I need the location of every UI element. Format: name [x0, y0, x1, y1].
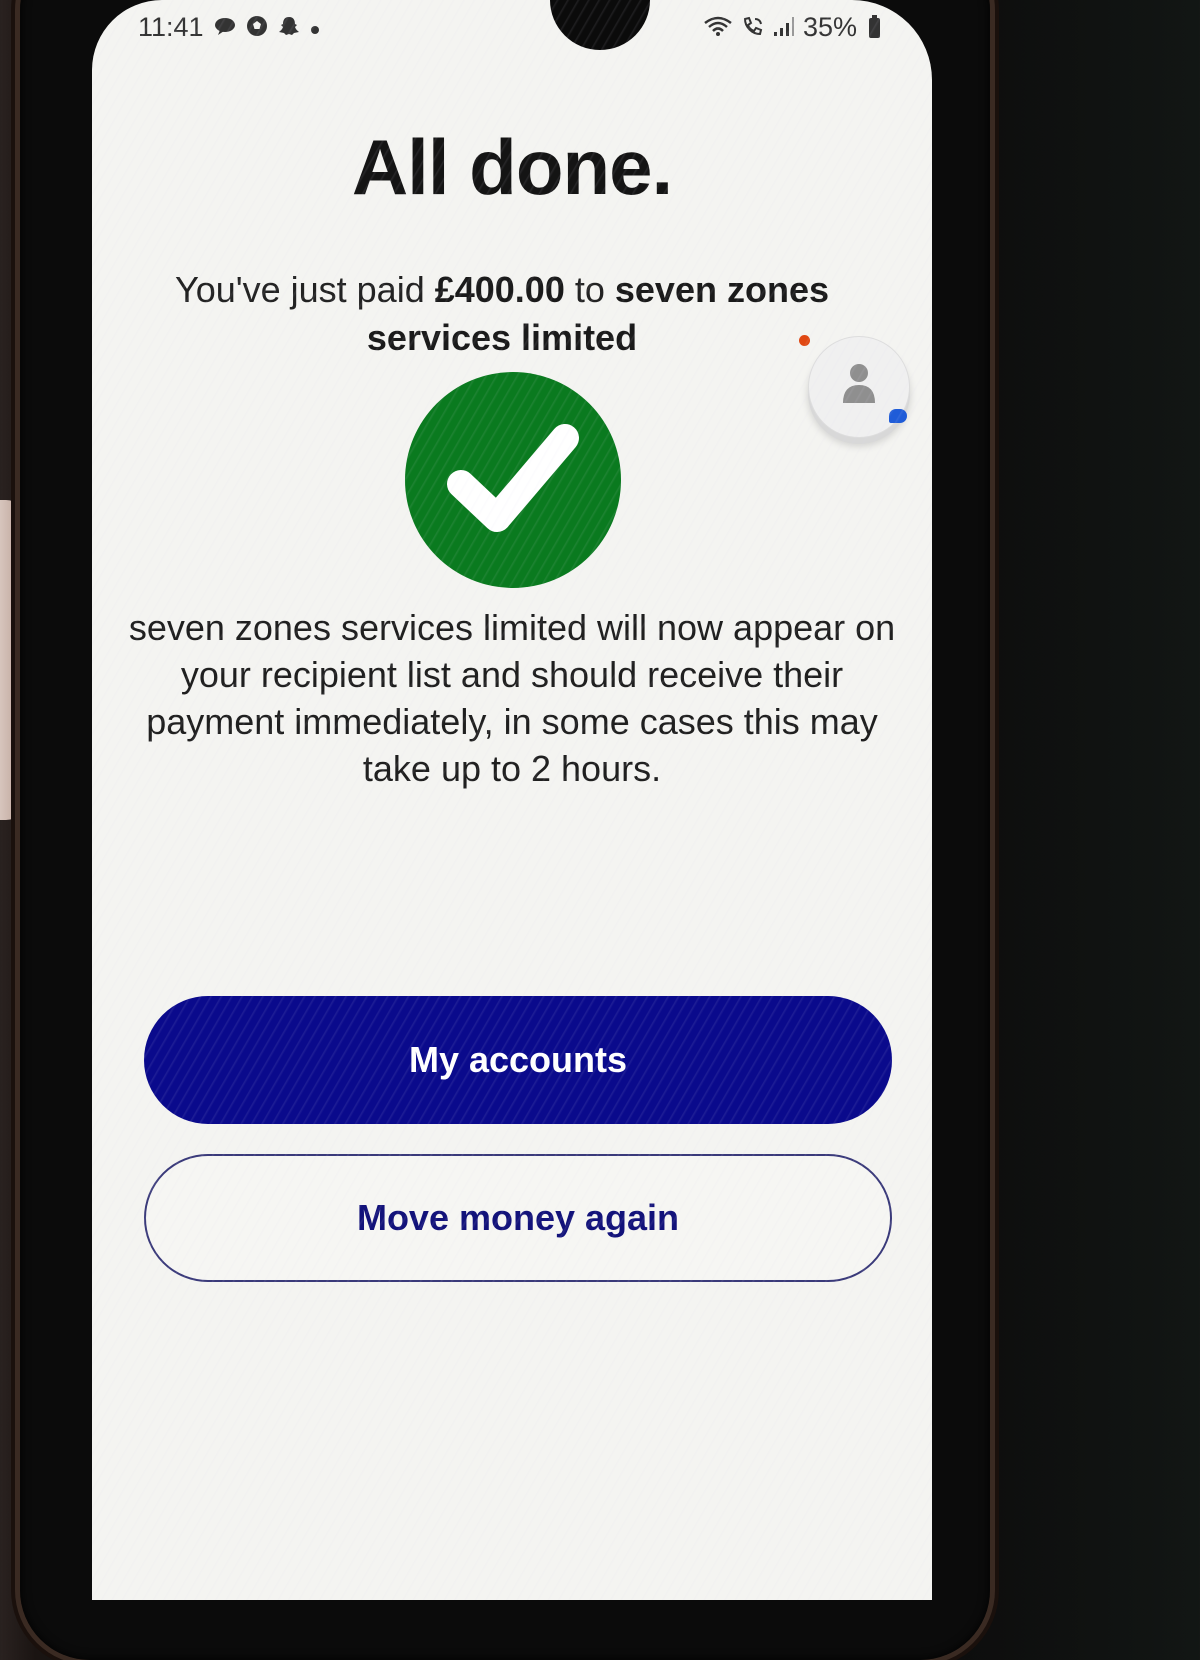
summary-middle: to [564, 269, 615, 310]
wifi-calling-icon [741, 15, 765, 41]
screen-glare [92, 0, 932, 1600]
check-circle-icon [405, 372, 621, 588]
soccer-ball-icon [246, 15, 268, 41]
payment-summary: You've just paid £400.00 to seven zones … [132, 266, 872, 362]
status-left: 11:41 [138, 12, 320, 43]
signal-icon [773, 15, 795, 41]
phone-screen: 11:41 35% All done. You've just paid £40… [92, 0, 932, 1600]
status-time: 11:41 [138, 12, 204, 42]
status-right: 35% [703, 12, 880, 43]
move-money-again-button[interactable]: Move money again [144, 1154, 892, 1282]
wifi-icon [703, 15, 733, 41]
summary-prefix: You've just paid [174, 269, 435, 310]
chat-head-button[interactable] [799, 335, 910, 438]
info-text: seven zones services limited will now ap… [128, 607, 896, 789]
chat-bubble-icon [214, 16, 236, 40]
message-badge-icon [889, 409, 907, 423]
battery-icon [869, 14, 880, 38]
payment-amount: £400.00 [434, 269, 565, 310]
notification-dot-icon [799, 335, 810, 346]
battery-percent: 35% [802, 12, 857, 42]
status-bar: 11:41 35% [92, 12, 932, 52]
snapchat-ghost-icon [278, 15, 300, 41]
page-title: All done. [351, 123, 673, 211]
dot-icon [310, 17, 320, 39]
my-accounts-button[interactable]: My accounts [144, 996, 892, 1124]
